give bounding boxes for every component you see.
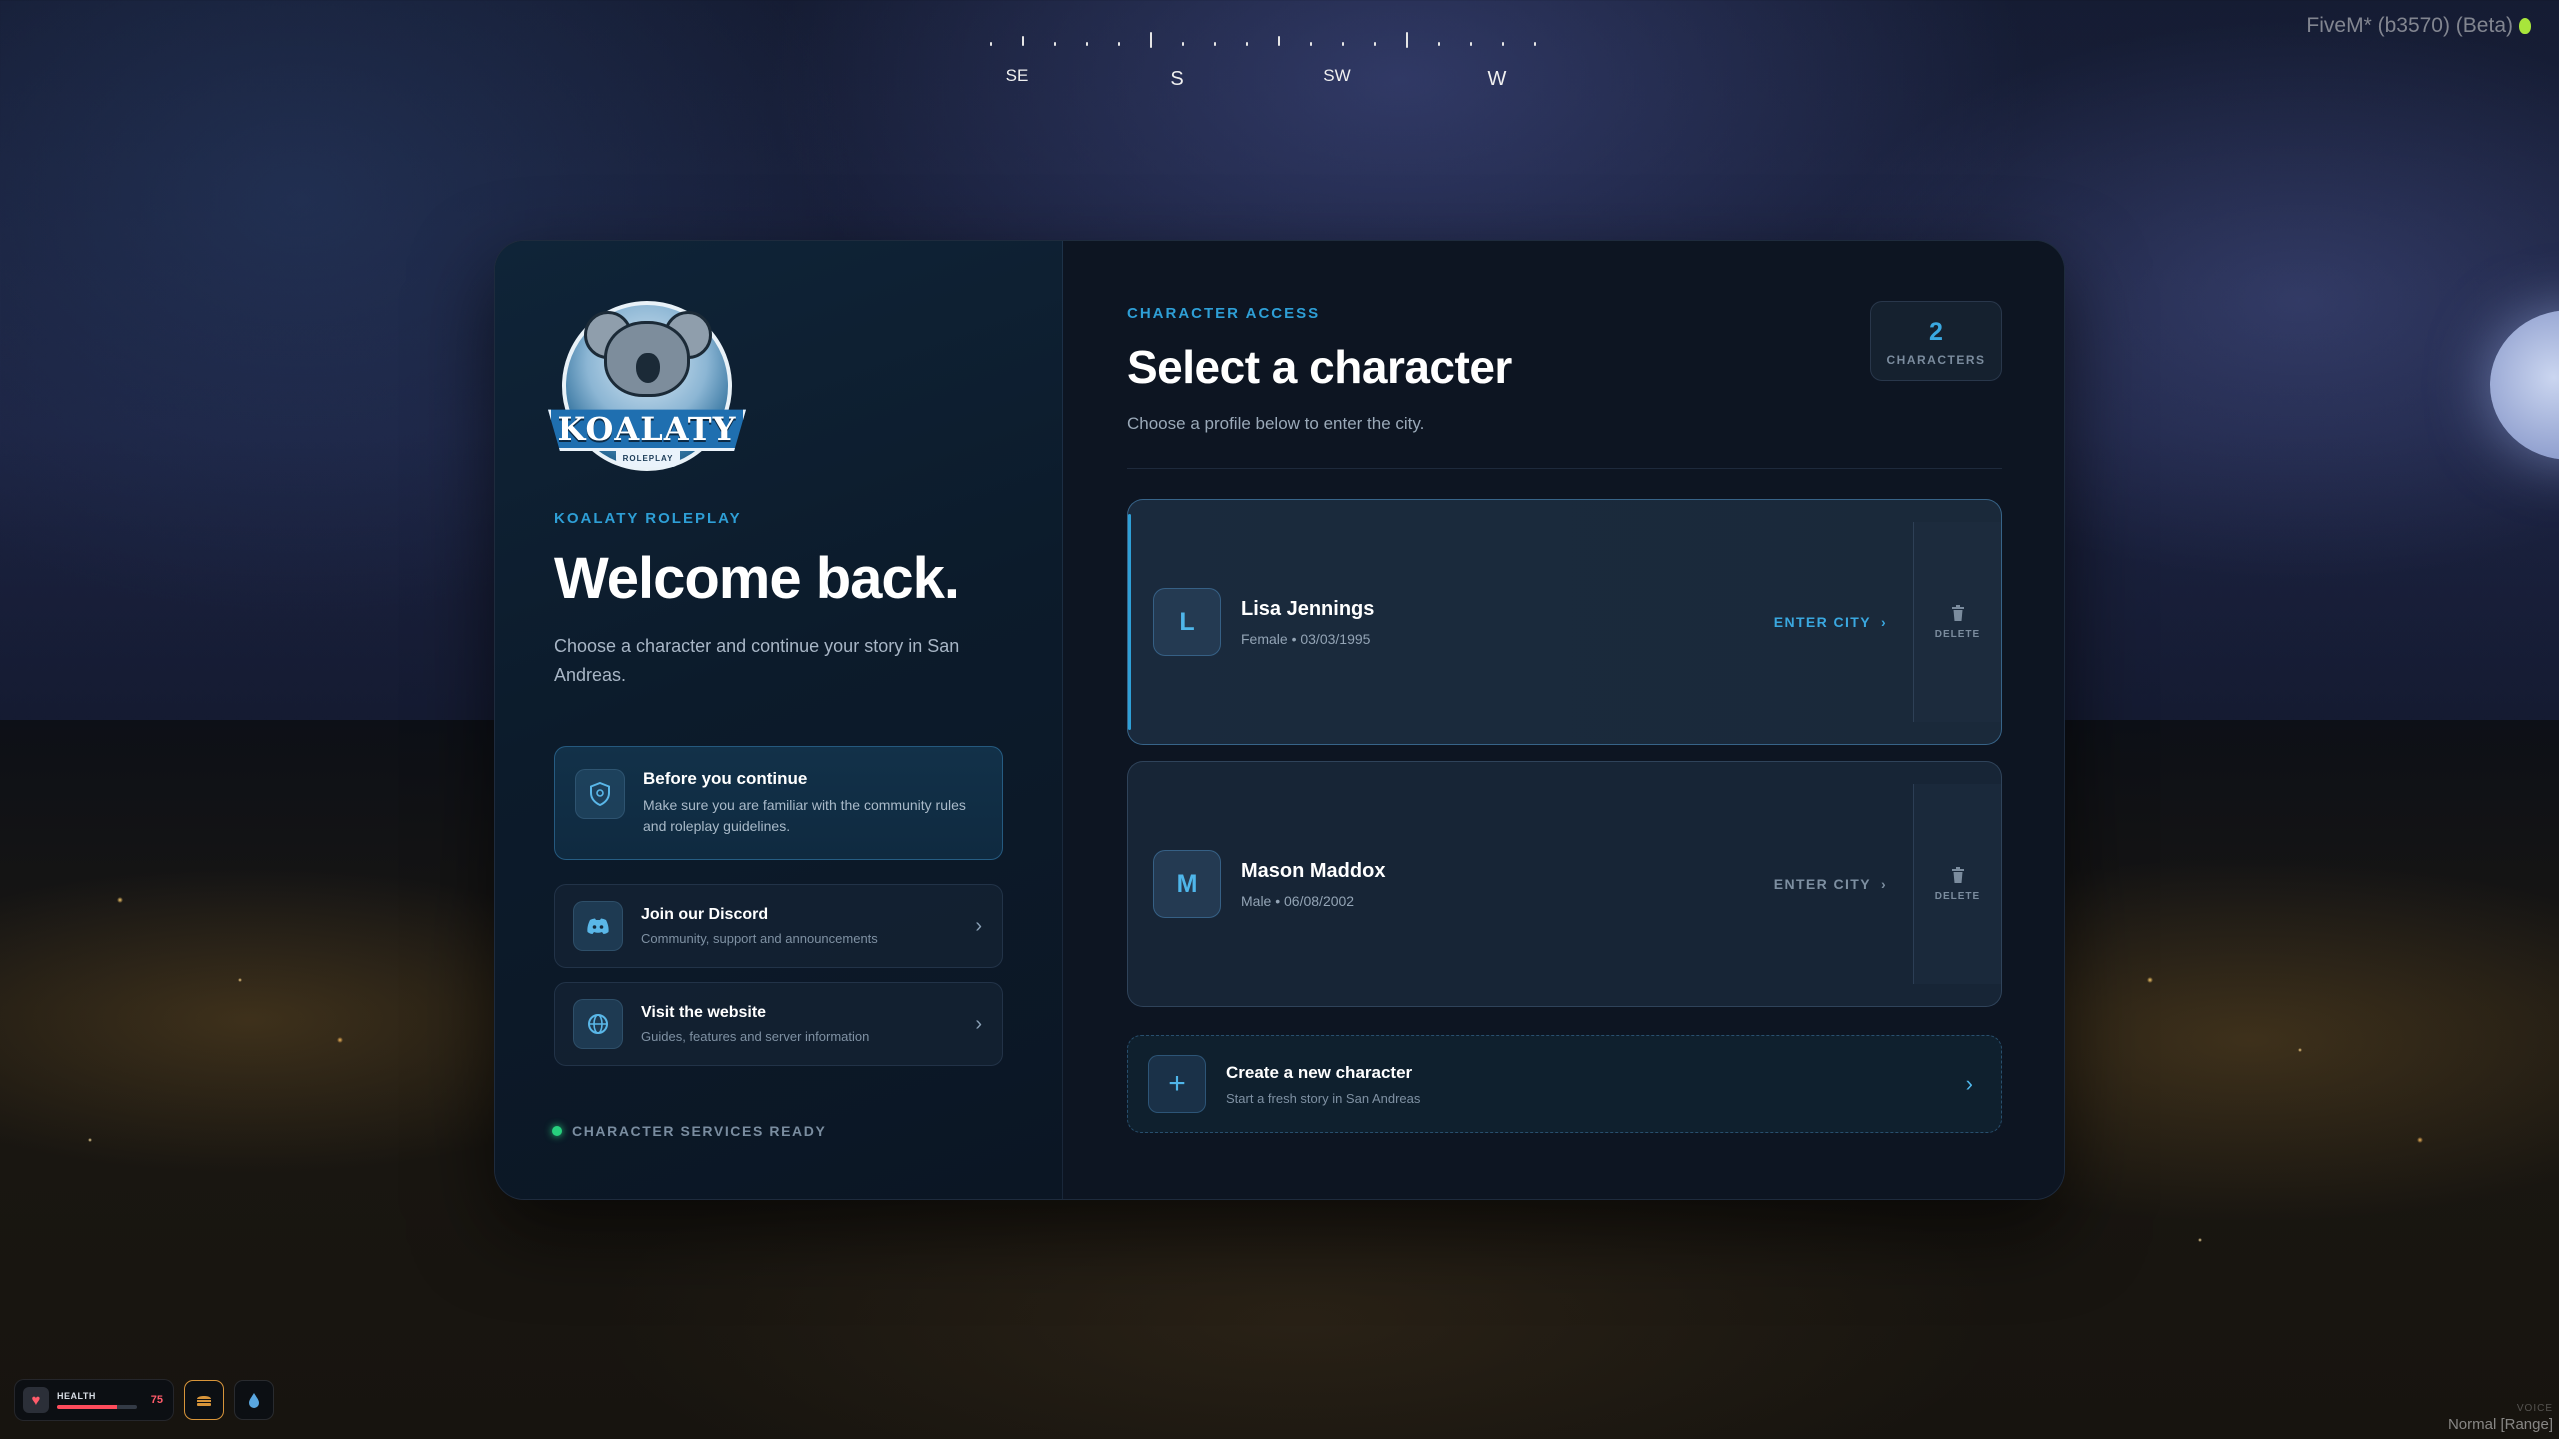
character-list-section: CHARACTER ACCESS Select a character Choo… (1063, 241, 2064, 1199)
divider (1127, 468, 2002, 469)
voice-indicator: VOICE Normal [Range] (2448, 1403, 2553, 1433)
player-hud: ♥ HEALTH 75 (14, 1379, 274, 1421)
character-count-label: CHARACTERS (1886, 353, 1986, 367)
character-name: Mason Maddox (1241, 859, 1386, 882)
thirst-icon (234, 1380, 274, 1420)
fivem-version: FiveM* (b3570) (Beta) (2306, 14, 2531, 38)
health-bar (57, 1405, 137, 1409)
character-avatar: L (1153, 588, 1221, 656)
plus-icon: + (1148, 1055, 1206, 1113)
heart-icon: ♥ (23, 1387, 49, 1413)
character-meta: Male • 06/08/2002 (1241, 892, 1355, 909)
rules-notice: Before you continue Make sure you are fa… (554, 746, 1003, 860)
hunger-icon (184, 1380, 224, 1420)
notice-title: Before you continue (643, 769, 808, 788)
health-value: 75 (150, 1394, 163, 1406)
website-link[interactable]: Visit the website Guides, features and s… (554, 982, 1003, 1066)
discord-link[interactable]: Join our Discord Community, support and … (554, 884, 1003, 968)
create-character-title: Create a new character (1226, 1062, 1413, 1082)
character-select-panel: KOALATY ROLEPLAY KOALATY ROLEPLAY Welcom… (494, 240, 2065, 1200)
character-card[interactable]: M Mason Maddox Male • 06/08/2002 ENTER C… (1127, 761, 2002, 1007)
compass-label-se: SE (1005, 66, 1029, 85)
chevron-right-icon: › (975, 914, 982, 937)
compass: SE S SW W (980, 30, 1600, 90)
fivem-version-text: FiveM* (b3570) (Beta) (2306, 14, 2513, 37)
compass-label-s: S (1170, 68, 1184, 90)
welcome-title: Welcome back. (554, 546, 960, 611)
voice-mode: Normal [Range] (2447, 1416, 2553, 1433)
server-logo: KOALATY ROLEPLAY (548, 301, 748, 476)
health-indicator: ♥ HEALTH 75 (14, 1379, 174, 1421)
page-description: Choose a profile below to enter the city… (1127, 414, 1425, 433)
delete-button[interactable]: DELETE (1913, 522, 2001, 722)
health-label: HEALTH (57, 1391, 96, 1401)
welcome-sidebar: KOALATY ROLEPLAY KOALATY ROLEPLAY Welcom… (495, 241, 1063, 1199)
enter-city-label: ENTER CITY (1773, 876, 1871, 892)
server-name: KOALATY ROLEPLAY (554, 510, 742, 527)
voice-label: VOICE (2516, 1403, 2553, 1414)
moon (2490, 310, 2559, 460)
character-avatar: M (1153, 850, 1221, 918)
character-card[interactable]: L Lisa Jennings Female • 03/03/1995 ENTE… (1127, 499, 2002, 745)
chevron-right-icon: › (1965, 1071, 1973, 1096)
section-eyebrow: CHARACTER ACCESS (1127, 305, 1321, 322)
health-bar-fill (57, 1405, 117, 1409)
status-text: CHARACTER SERVICES READY (572, 1123, 827, 1139)
discord-icon (573, 901, 623, 951)
enter-city-button[interactable]: ENTER CITY › (1774, 876, 1887, 892)
chevron-right-icon: › (1880, 614, 1887, 630)
trash-icon (1951, 604, 1964, 621)
logo-text: KOALATY (557, 410, 737, 448)
website-link-subtitle: Guides, features and server information (641, 1029, 870, 1044)
character-meta: Female • 03/03/1995 (1241, 630, 1371, 647)
services-status: CHARACTER SERVICES READY (552, 1123, 826, 1139)
welcome-description: Choose a character and continue your sto… (554, 636, 960, 685)
compass-label-w: W (1487, 68, 1507, 90)
delete-label: DELETE (1934, 890, 1981, 902)
globe-icon (573, 999, 623, 1049)
discord-link-subtitle: Community, support and announcements (641, 931, 878, 946)
page-title: Select a character (1127, 341, 1512, 393)
create-character-button[interactable]: + Create a new character Start a fresh s… (1127, 1035, 2002, 1133)
delete-label: DELETE (1934, 628, 1981, 640)
fivem-icon (2519, 18, 2531, 35)
website-link-title: Visit the website (641, 1004, 767, 1021)
character-name: Lisa Jennings (1241, 597, 1375, 620)
selected-indicator (1128, 514, 1131, 730)
chevron-right-icon: › (975, 1012, 982, 1035)
compass-label-sw: SW (1323, 66, 1351, 85)
status-dot-icon (552, 1126, 562, 1136)
create-character-subtitle: Start a fresh story in San Andreas (1226, 1090, 1421, 1106)
shield-icon (575, 769, 625, 819)
delete-button[interactable]: DELETE (1913, 784, 2001, 984)
character-count-value: 2 (1929, 318, 1943, 346)
character-count: 2 CHARACTERS (1870, 301, 2002, 381)
enter-city-label: ENTER CITY (1773, 614, 1871, 630)
logo-subtext: ROLEPLAY (616, 451, 680, 467)
discord-link-title: Join our Discord (641, 906, 769, 923)
notice-text: Make sure you are familiar with the comm… (643, 797, 966, 834)
trash-icon (1951, 866, 1964, 883)
chevron-right-icon: › (1880, 876, 1887, 892)
enter-city-button[interactable]: ENTER CITY › (1774, 614, 1887, 630)
